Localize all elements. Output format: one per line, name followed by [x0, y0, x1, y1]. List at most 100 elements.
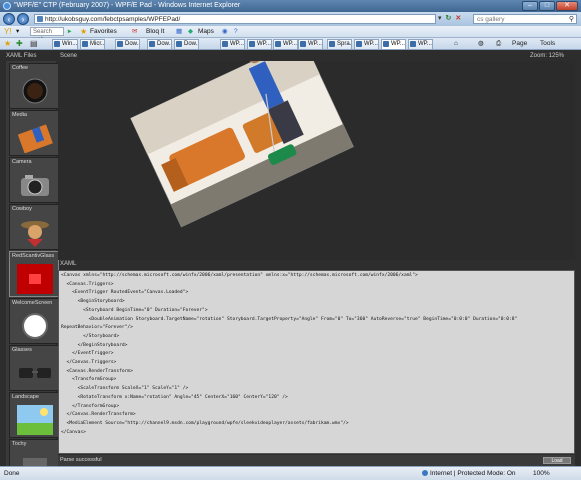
- search-box-value: cs gallery: [477, 16, 505, 23]
- page-favicon-icon: [37, 16, 43, 22]
- load-button[interactable]: Load: [543, 457, 571, 464]
- address-url: http://ukobsguy.com/febctpsamples/WPFEPa…: [45, 16, 181, 23]
- print-icon[interactable]: ⎙: [496, 39, 501, 49]
- browser-tab[interactable]: Dow...: [147, 39, 172, 49]
- favorites-button[interactable]: Favorites: [90, 26, 117, 38]
- dropdown-icon[interactable]: ▾: [16, 26, 19, 38]
- zoom-label: Zoom: 125%: [530, 53, 565, 59]
- maps-button[interactable]: Maps: [198, 26, 214, 38]
- tab-page-icon: [249, 41, 255, 47]
- window-title: "WPF/E" CTP (February 2007) - WPF/E Pad …: [14, 2, 241, 9]
- browser-tab[interactable]: WP...: [247, 39, 272, 49]
- apps-icon[interactable]: ▦: [176, 26, 182, 38]
- wpfe-pad-app: XAML Files Coffee Media Camera Cowboy RedSca…: [0, 37, 581, 480]
- thumbnail-image: [17, 358, 53, 388]
- app-status-bar: Parse successful Load: [58, 455, 575, 466]
- browser-status-bar: Done Internet | Protected Mode: On 100%: [0, 466, 581, 480]
- favorites-center-icon[interactable]: ★: [4, 39, 11, 48]
- search-go-icon[interactable]: ▸: [68, 26, 71, 38]
- window-controls: – □ ✕: [522, 1, 578, 11]
- thumbnail-label: Coffee: [12, 65, 29, 71]
- xaml-header: XAML: [60, 261, 77, 267]
- page-menu[interactable]: Page: [512, 39, 527, 49]
- tab-page-icon: [275, 41, 281, 47]
- minimize-button[interactable]: –: [522, 1, 538, 11]
- add-favorite-icon[interactable]: ✚: [16, 39, 23, 48]
- thumbnail-image: [17, 170, 53, 200]
- tab-label: WP...: [308, 41, 322, 47]
- xaml-file-thumbnail[interactable]: Cowboy: [9, 204, 59, 250]
- tab-page-icon: [410, 41, 416, 47]
- browser-tab[interactable]: Spra...: [327, 39, 352, 49]
- xaml-editor[interactable]: <Canvas xmlns="http://schemas.microsoft.…: [58, 270, 575, 454]
- search-icon[interactable]: ⚲: [569, 15, 574, 24]
- browser-tab[interactable]: WP...: [273, 39, 298, 49]
- search-box[interactable]: cs gallery ⚲: [473, 14, 577, 24]
- mail-icon[interactable]: ✉: [132, 26, 137, 38]
- tab-page-icon: [54, 41, 60, 47]
- thumbnail-label: RedScantivGlass: [12, 253, 55, 259]
- refresh-icon[interactable]: ↻: [446, 14, 452, 22]
- browser-tab[interactable]: WP...: [298, 39, 323, 49]
- favorites-star-icon[interactable]: ★: [80, 26, 87, 38]
- scene-canvas: [58, 37, 575, 260]
- tab-label: Dow...: [184, 41, 198, 47]
- tab-page-icon: [149, 41, 155, 47]
- globe-icon[interactable]: ◉: [222, 26, 228, 38]
- browser-tab[interactable]: WP...: [408, 39, 433, 49]
- toolbar-search-input[interactable]: Search web: [30, 27, 64, 43]
- browser-tab[interactable]: WP...: [354, 39, 379, 49]
- links-toolbar: Y! ▾ Search web ▸ ★ Favorites ✉ Bloq It …: [0, 26, 581, 43]
- thumbnail-image: [17, 217, 53, 247]
- help-icon[interactable]: ?: [234, 26, 238, 38]
- xaml-file-thumbnail[interactable]: Camera: [9, 157, 59, 203]
- xaml-file-thumbnail[interactable]: WelcomeScreen: [9, 298, 59, 344]
- tab-page-icon: [176, 41, 182, 47]
- browser-tab[interactable]: Micr...: [80, 39, 105, 49]
- thumbnail-label: Cowboy: [12, 206, 32, 212]
- window-title-bar: "WPF/E" CTP (February 2007) - WPF/E Pad …: [0, 0, 581, 12]
- browser-tab[interactable]: Win...: [52, 39, 78, 49]
- thumbnail-label: Media: [12, 112, 27, 118]
- xaml-files-list: Coffee Media Camera Cowboy RedScantivGlass We…: [6, 61, 59, 480]
- maps-icon[interactable]: ◆: [188, 26, 193, 38]
- forward-button[interactable]: ›: [17, 13, 29, 25]
- xaml-file-thumbnail[interactable]: Landscape: [9, 392, 59, 438]
- home-icon[interactable]: ⌂: [454, 39, 458, 49]
- feeds-icon[interactable]: ◍: [478, 39, 484, 49]
- tab-label: WP...: [230, 41, 244, 47]
- thumbnail-image: [17, 264, 53, 294]
- yahoo-icon[interactable]: Y!: [4, 26, 12, 38]
- maximize-button[interactable]: □: [539, 1, 555, 11]
- tab-label: WP...: [283, 41, 297, 47]
- quick-tabs-icon[interactable]: ▤: [30, 39, 38, 48]
- tab-label: WP...: [364, 41, 378, 47]
- browser-tab[interactable]: WP...: [381, 39, 406, 49]
- thumbnail-label: WelcomeScreen: [12, 300, 53, 306]
- xaml-files-header: XAML Files: [6, 53, 37, 59]
- xaml-file-thumbnail[interactable]: RedScantivGlass: [9, 251, 59, 297]
- thumbnail-label: Tochy: [12, 441, 27, 447]
- xaml-file-thumbnail[interactable]: Media: [9, 110, 59, 156]
- browser-tab[interactable]: Dow...: [174, 39, 199, 49]
- tab-page-icon: [222, 41, 228, 47]
- browser-tab[interactable]: Dow...: [115, 39, 140, 49]
- tab-page-icon: [383, 41, 389, 47]
- dropdown-arrow-icon[interactable]: ▾: [438, 14, 442, 22]
- thumbnail-image: [17, 405, 53, 435]
- stop-icon[interactable]: ✕: [455, 14, 461, 22]
- thumbnail-image: [17, 123, 53, 154]
- tab-strip: ★ ✚ ▤ Win... Micr... Dow... Dow... Dow... WP.…: [0, 38, 581, 50]
- bloq-it-button[interactable]: Bloq It: [146, 26, 164, 38]
- close-button[interactable]: ✕: [556, 1, 578, 11]
- tools-menu[interactable]: Tools: [540, 39, 555, 49]
- zoom-level[interactable]: 100%: [533, 467, 550, 480]
- browser-tab[interactable]: WP...: [220, 39, 245, 49]
- tab-page-icon: [300, 41, 306, 47]
- back-button[interactable]: ‹: [3, 13, 15, 25]
- security-zone: Internet | Protected Mode: On: [422, 467, 516, 480]
- tab-label: WP...: [418, 41, 432, 47]
- xaml-file-thumbnail[interactable]: Glasses: [9, 345, 59, 391]
- address-bar[interactable]: http://ukobsguy.com/febctpsamples/WPFEPa…: [34, 14, 436, 24]
- xaml-file-thumbnail[interactable]: Coffee: [9, 63, 59, 109]
